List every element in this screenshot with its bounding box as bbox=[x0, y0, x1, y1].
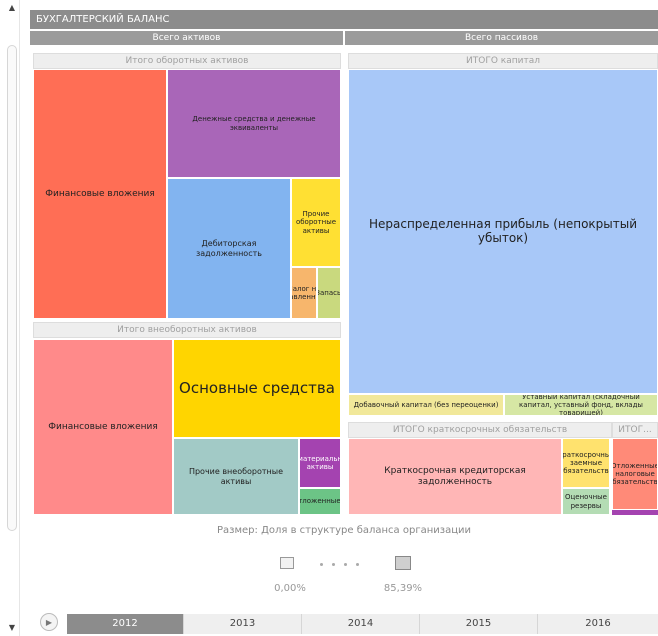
legend-dot bbox=[356, 563, 359, 566]
assets-header[interactable]: Всего активов bbox=[30, 31, 343, 45]
vertical-scrollbar[interactable]: ▲ ▼ bbox=[4, 0, 20, 636]
tile-cash[interactable]: Денежные средства и денежные эквиваленты bbox=[167, 69, 341, 178]
tile-vat[interactable]: Налог на добавленную... bbox=[291, 267, 317, 319]
liabilities-header[interactable]: Всего пассивов bbox=[345, 31, 658, 45]
tile-other-current-assets[interactable]: Прочие оборотные активы bbox=[291, 178, 341, 267]
long-term-liabilities-header[interactable]: ИТОГ... bbox=[612, 422, 658, 438]
capital-header[interactable]: ИТОГО капитал bbox=[348, 53, 658, 69]
legend-max-value: 85,39% bbox=[383, 583, 423, 594]
tile-current-financial-investments[interactable]: Финансовые вложения bbox=[33, 69, 167, 319]
tile-fixed-assets[interactable]: Основные средства bbox=[173, 339, 341, 438]
scroll-down-icon[interactable]: ▼ bbox=[6, 622, 18, 634]
tile-inventory[interactable]: Запасы bbox=[317, 267, 341, 319]
panel-title: БУХГАЛТЕРСКИЙ БАЛАНС bbox=[30, 10, 658, 29]
current-assets-header[interactable]: Итого оборотных активов bbox=[33, 53, 341, 69]
legend-dot bbox=[320, 563, 323, 566]
play-icon[interactable]: ▶ bbox=[40, 613, 58, 631]
small-square-icon bbox=[280, 557, 294, 569]
tile-additional-capital[interactable]: Добавочный капитал (без переоценки) bbox=[348, 394, 504, 416]
tile-estimated-reserves[interactable]: Оценочные резервы bbox=[562, 488, 610, 515]
tile-receivables[interactable]: Дебиторская задолженность bbox=[167, 178, 291, 319]
scroll-up-icon[interactable]: ▲ bbox=[6, 2, 18, 14]
tile-short-term-loans[interactable]: Краткосрочные заемные обязательства bbox=[562, 438, 610, 488]
timeline-year-2014[interactable]: 2014 bbox=[302, 614, 420, 634]
timeline-year-2012[interactable]: 2012 bbox=[67, 614, 184, 634]
tile-other-long-term-liabilities[interactable] bbox=[612, 510, 658, 515]
tile-other-noncurrent-assets[interactable]: Прочие внеоборотные активы bbox=[173, 438, 299, 515]
large-square-icon bbox=[395, 556, 411, 570]
scrollbar-thumb[interactable] bbox=[7, 45, 17, 531]
legend-dot bbox=[344, 563, 347, 566]
short-term-liabilities-header[interactable]: ИТОГО краткосрочных обязательств bbox=[348, 422, 612, 438]
tile-intangible-assets[interactable]: Нематериальные активы bbox=[299, 438, 341, 488]
timeline-year-2015[interactable]: 2015 bbox=[420, 614, 538, 634]
tile-noncurrent-financial-investments[interactable]: Финансовые вложения bbox=[33, 339, 173, 515]
legend-min-value: 0,00% bbox=[274, 583, 306, 594]
timeline-year-2016[interactable]: 2016 bbox=[538, 614, 658, 634]
noncurrent-assets-header[interactable]: Итого внеоборотных активов bbox=[33, 322, 341, 338]
timeline-year-2013[interactable]: 2013 bbox=[184, 614, 302, 634]
tile-charter-capital[interactable]: Уставный капитал (складочный капитал, ус… bbox=[504, 394, 658, 416]
tile-deferred-tax-assets[interactable]: Отложенные... bbox=[299, 488, 341, 515]
size-caption: Размер: Доля в структуре баланса организ… bbox=[217, 525, 471, 536]
tile-short-term-payables[interactable]: Краткосрочная кредиторская задолженность bbox=[348, 438, 562, 515]
tile-deferred-tax-liabilities[interactable]: Отложенные налоговые обязательства bbox=[612, 438, 658, 510]
tile-retained-earnings[interactable]: Нераспределенная прибыль (непокрытый убы… bbox=[348, 69, 658, 394]
legend-dot bbox=[332, 563, 335, 566]
